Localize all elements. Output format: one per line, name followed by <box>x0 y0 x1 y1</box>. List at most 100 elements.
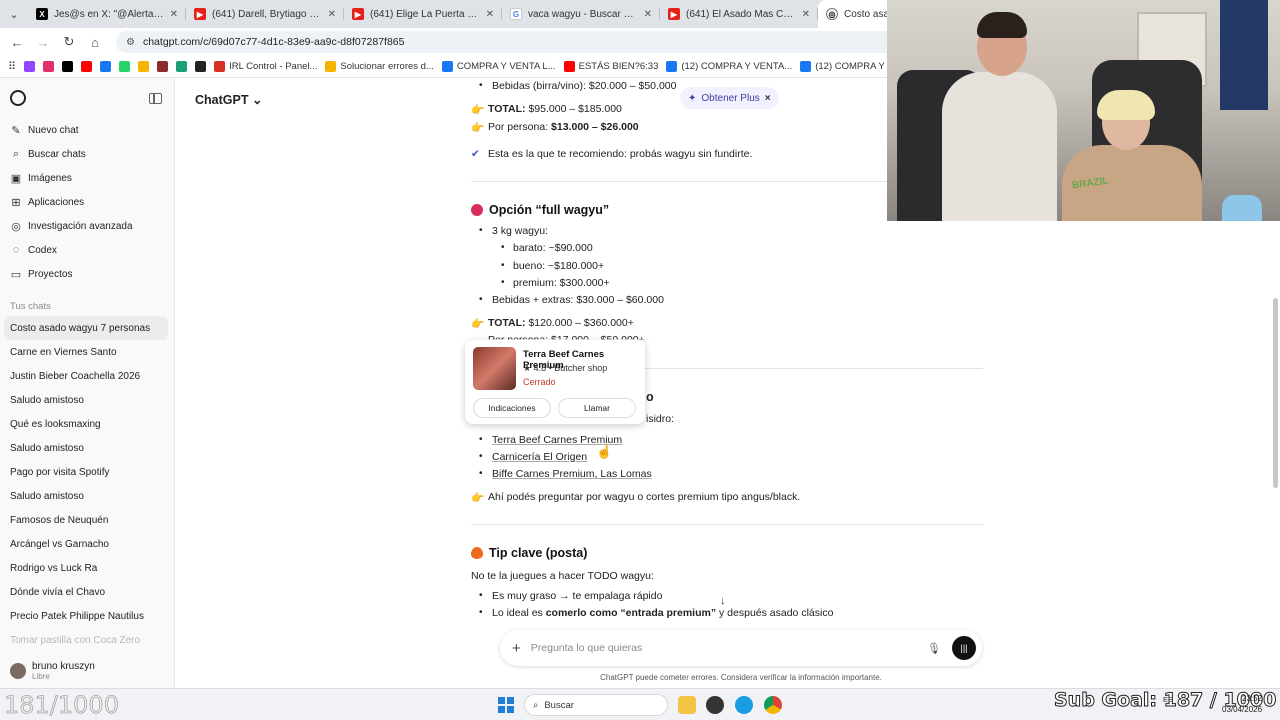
sidebar-nav: ✎ Nuevo chat ⌕ Buscar chats ▣ Imágenes ⊞ Aplica… <box>0 118 174 286</box>
close-icon[interactable]: ✕ <box>486 9 494 20</box>
disclaimer: ChatGPT puede cometer errores. Considera… <box>600 673 882 682</box>
chat-history-item[interactable]: Rodrigo vs Luck Ra <box>0 556 174 580</box>
browser-tab[interactable]: X Jes@s en X: "@AlertaNews24 V... ✕ <box>28 0 186 28</box>
bookmark-item[interactable] <box>81 61 93 72</box>
shop-link[interactable]: Carnicería El Origen <box>492 451 587 463</box>
bookmark-item[interactable] <box>176 61 188 72</box>
chat-history-item[interactable]: Qué es looksmaxing <box>0 412 174 436</box>
recommend-line: Esta es la que te recomiendo: probás wag… <box>488 148 753 160</box>
chat-history-item[interactable]: Saludo amistoso <box>0 484 174 508</box>
tab-search-chevron-icon[interactable]: ⌄ <box>0 0 28 28</box>
sidebar-item-label: Investigación avanzada <box>28 220 133 232</box>
images-icon: ▣ <box>10 172 22 185</box>
text-line: barato: ~$90.000 <box>513 242 593 254</box>
prompt-input[interactable]: Pregunta lo que quieras <box>531 642 916 654</box>
close-icon[interactable]: × <box>765 93 771 104</box>
close-icon[interactable]: ✕ <box>170 9 178 20</box>
bookmark-favicon-icon <box>325 61 337 72</box>
file-explorer-icon[interactable] <box>678 696 696 714</box>
microphone-icon[interactable]: 🎙 <box>926 642 942 655</box>
bookmark-item[interactable] <box>62 61 74 72</box>
sidebar-item-compose[interactable]: ✎ Nuevo chat <box>0 118 174 142</box>
directions-button[interactable]: Indicaciones <box>473 398 551 418</box>
bullet: • <box>479 225 483 236</box>
browser-tab[interactable]: G vaca wagyu - Buscar con Googl... ✕ <box>502 0 660 28</box>
sidebar-item-apps[interactable]: ⊞ Aplicaciones <box>0 190 174 214</box>
bookmark-item[interactable]: COMPRA Y VENTA L... <box>441 61 556 72</box>
site-settings-icon[interactable]: ⚙ <box>126 37 135 48</box>
language-indicator[interactable]: ES <box>1163 695 1173 704</box>
bookmark-favicon-icon <box>138 61 150 72</box>
tab-label: (641) Darell, Brytiago - Velitas (... <box>212 8 322 20</box>
sidebar-item-research[interactable]: ◎ Investigación avanzada <box>0 214 174 238</box>
bookmark-item[interactable] <box>119 61 131 72</box>
cup <box>1222 195 1262 221</box>
url-field[interactable]: ⚙ chatgpt.com/c/69d07c77-4d1c-83e9-aa9c-… <box>116 31 896 53</box>
shop-photo <box>473 347 516 390</box>
chat-history-item[interactable]: Saludo amistoso <box>0 436 174 460</box>
bookmark-item[interactable]: ESTÁS BIEN?6:33 <box>563 61 658 72</box>
browser-tab[interactable]: ▶ (641) El Asado Mas Caro de Tu... ✕ <box>660 0 818 28</box>
bookmark-item[interactable]: IRL Control - Panel... <box>214 61 317 72</box>
sidebar-item-codex[interactable]: ◌ Codex <box>0 238 174 262</box>
scrollbar[interactable] <box>1273 298 1278 488</box>
close-icon[interactable]: ✕ <box>644 9 652 20</box>
back-arrow-icon[interactable]: ← <box>6 31 28 53</box>
browser-tab[interactable]: ▶ (641) Darell, Brytiago - Velitas (... … <box>186 0 344 28</box>
bullet: • <box>501 277 505 288</box>
sidebar-toggle-icon[interactable] <box>149 92 162 104</box>
bookmark-item[interactable]: Solucionar errores d... <box>325 61 434 72</box>
sidebar-item-images[interactable]: ▣ Imágenes <box>0 166 174 190</box>
shop-link[interactable]: Biffe Carnes Premium, Las Lomas <box>492 468 652 480</box>
youtube-icon: ▶ <box>194 8 206 20</box>
plus-icon[interactable]: + <box>512 640 521 657</box>
chat-history-item[interactable]: Arcángel vs Garnacho <box>0 532 174 556</box>
total-label: TOTAL: <box>488 103 526 115</box>
text-line: bueno: ~$180.000+ <box>513 260 605 272</box>
chat-history-item[interactable]: Precio Patek Philippe Nautilus <box>0 604 174 628</box>
chat-history-item[interactable]: Saludo amistoso <box>0 388 174 412</box>
chat-history-item[interactable]: Costo asado wagyu 7 personas <box>4 316 168 340</box>
fridge <box>1220 0 1268 110</box>
chrome-icon[interactable] <box>764 696 782 714</box>
chat-history-item[interactable]: Tomar pastilla con Coca Zero <box>0 628 174 652</box>
user-profile[interactable]: bruno kruszyn Libre <box>0 654 174 688</box>
apps-grid-icon[interactable]: ⠿ <box>8 60 16 73</box>
bookmark-item[interactable] <box>43 61 55 72</box>
sidebar-item-folder[interactable]: ▭ Proyectos <box>0 262 174 286</box>
bookmark-item[interactable] <box>157 61 169 72</box>
chat-history-item[interactable]: Carne en Viernes Santo <box>0 340 174 364</box>
windows-start-icon[interactable] <box>498 697 514 713</box>
clock[interactable]: 23:52 03/04/2026 <box>1222 693 1262 715</box>
openai-logo-icon[interactable] <box>10 90 26 106</box>
chat-history-item[interactable]: Dónde vivía el Chavo <box>0 580 174 604</box>
sidebar-item-search[interactable]: ⌕ Buscar chats <box>0 142 174 166</box>
fire-icon <box>471 547 483 559</box>
home-icon[interactable]: ⌂ <box>84 31 106 53</box>
bookmark-favicon-icon <box>800 61 812 72</box>
bookmark-item[interactable] <box>195 61 207 72</box>
voice-mode-icon[interactable]: ||| <box>952 636 976 660</box>
bookmark-item[interactable] <box>24 61 36 72</box>
forward-arrow-icon[interactable]: → <box>32 31 54 53</box>
chat-history-item[interactable]: Pago por visita Spotify <box>0 460 174 484</box>
call-button[interactable]: Llamar <box>558 398 636 418</box>
app-icon[interactable] <box>706 696 724 714</box>
bookmark-item[interactable] <box>100 61 112 72</box>
place-meta: ★ 4.8 • Butcher shop <box>523 363 607 374</box>
total-label: TOTAL: <box>488 317 526 329</box>
scroll-down-arrow-icon[interactable]: ↓ <box>720 595 726 607</box>
model-selector[interactable]: ChatGPT ⌄ <box>195 92 262 107</box>
chat-history-item[interactable]: Famosos de Neuquén <box>0 508 174 532</box>
bookmark-item[interactable] <box>138 61 150 72</box>
chat-history-item[interactable]: Justin Bieber Coachella 2026 <box>0 364 174 388</box>
upgrade-plus-button[interactable]: ✦ Obtener Plus × <box>680 87 779 109</box>
edge-icon[interactable] <box>735 696 753 714</box>
browser-tab[interactable]: ▶ (641) Elige La Puerta Correcta y... ✕ <box>344 0 502 28</box>
taskbar-search[interactable]: ⌕ Buscar <box>524 694 668 716</box>
bookmark-item[interactable]: (12) COMPRA Y VENTA... <box>666 61 792 72</box>
close-icon[interactable]: ✕ <box>328 9 336 20</box>
close-icon[interactable]: ✕ <box>802 9 810 20</box>
reload-icon[interactable]: ↻ <box>58 31 80 53</box>
text-line: Es muy graso → te empalaga rápido <box>492 590 663 602</box>
